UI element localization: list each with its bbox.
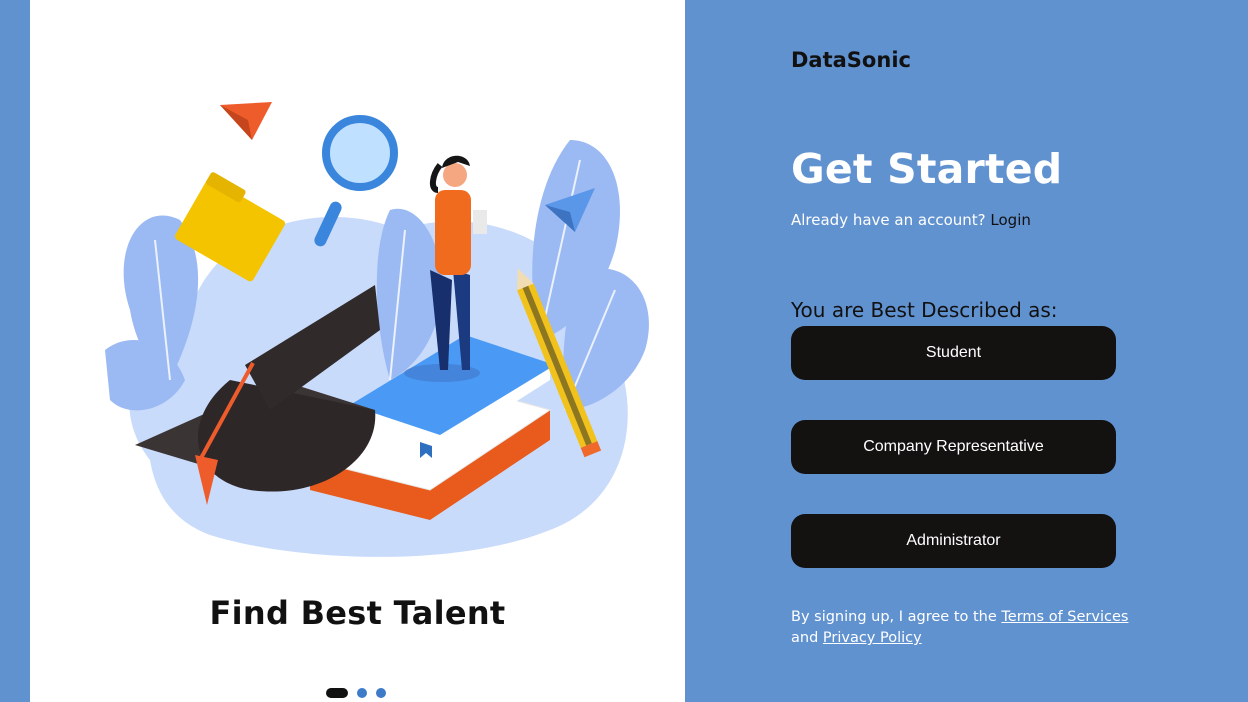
slide-title: Find Best Talent xyxy=(209,594,506,632)
administrator-button[interactable]: Administrator xyxy=(791,514,1116,568)
account-prompt-text: Already have an account? xyxy=(791,211,986,229)
carousel-dot-1[interactable] xyxy=(326,688,348,698)
role-question: You are Best Described as: xyxy=(791,298,1058,322)
terms-prefix: By signing up, I agree to the xyxy=(791,609,997,625)
page-title: Get Started xyxy=(791,145,1063,193)
carousel-dot-3[interactable] xyxy=(376,688,386,698)
company-representative-button[interactable]: Company Representative xyxy=(791,420,1116,474)
login-link[interactable]: Login xyxy=(990,211,1030,229)
carousel-dot-2[interactable] xyxy=(357,688,367,698)
carousel-dots xyxy=(326,688,386,698)
onboarding-card: Find Best Talent xyxy=(30,0,685,702)
terms-link[interactable]: Terms of Services xyxy=(1001,609,1128,625)
education-illustration xyxy=(105,102,649,557)
account-prompt: Already have an account? Login xyxy=(791,211,1031,229)
brand-logo: DataSonic xyxy=(791,48,911,72)
privacy-link[interactable]: Privacy Policy xyxy=(823,630,922,646)
signup-panel: DataSonic Get Started Already have an ac… xyxy=(685,0,1248,702)
student-button[interactable]: Student xyxy=(791,326,1116,380)
terms-notice: By signing up, I agree to the Terms of S… xyxy=(791,607,1131,649)
terms-and: and xyxy=(791,630,819,646)
